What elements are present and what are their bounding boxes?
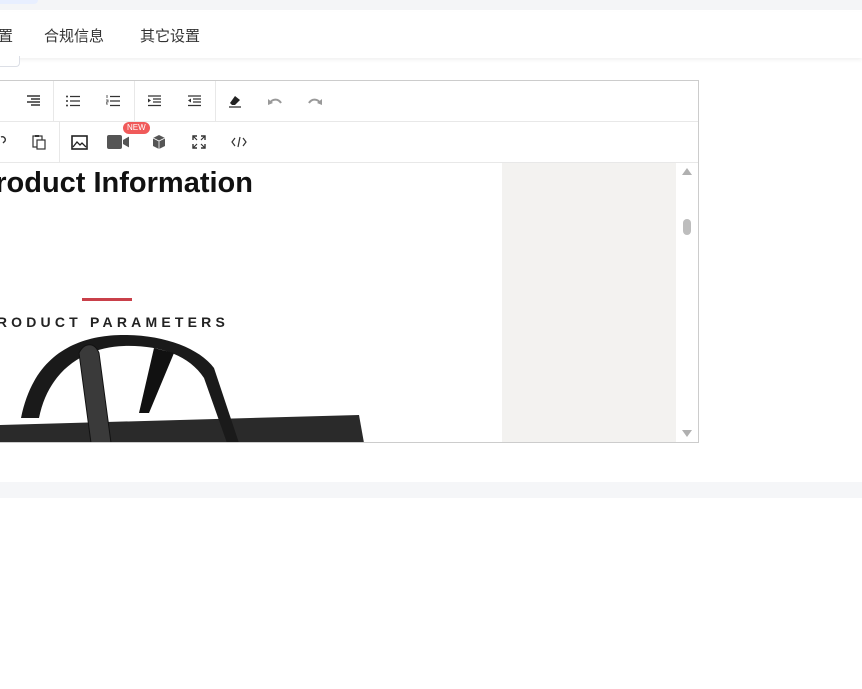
undo-icon[interactable] (264, 91, 286, 111)
editor-side-panel (502, 163, 676, 442)
top-strip (0, 0, 862, 10)
paste-icon[interactable] (28, 132, 50, 152)
redo-icon[interactable] (304, 91, 326, 111)
toolbar-row-1 (0, 81, 698, 122)
scrollbar[interactable] (676, 163, 698, 442)
bullet-list-icon[interactable] (62, 91, 84, 111)
content-heading: Product Information (0, 167, 253, 199)
fullscreen-icon[interactable] (188, 132, 210, 152)
code-icon[interactable] (228, 132, 250, 152)
video-icon[interactable] (107, 132, 129, 152)
tab-partial[interactable]: 置 (0, 25, 13, 46)
outdent-icon[interactable] (183, 91, 205, 111)
indent-icon[interactable] (143, 91, 165, 111)
numbered-list-icon[interactable] (102, 91, 124, 111)
eraser-icon[interactable] (224, 91, 246, 111)
tab-other-settings[interactable]: 其它设置 (140, 25, 200, 46)
section-divider (0, 482, 862, 498)
rich-text-editor: NEW Product Information PRODUCT PARAMETE… (0, 80, 699, 443)
tab-bar: 置 合规信息 其它设置 (0, 12, 862, 58)
align-right-icon[interactable] (22, 91, 44, 111)
editor-content[interactable]: Product Information PRODUCT PARAMETERS (0, 163, 502, 442)
link-icon[interactable] (0, 132, 11, 152)
accent-divider (82, 298, 132, 301)
tab-compliance-info[interactable]: 合规信息 (44, 25, 104, 46)
bag-product-image (0, 335, 364, 442)
top-chip (0, 0, 38, 4)
image-icon[interactable] (68, 132, 90, 152)
toolbar-row-2: NEW (0, 122, 698, 163)
new-badge: NEW (123, 122, 150, 134)
partial-button[interactable] (0, 56, 20, 67)
3d-model-icon[interactable] (148, 132, 170, 152)
